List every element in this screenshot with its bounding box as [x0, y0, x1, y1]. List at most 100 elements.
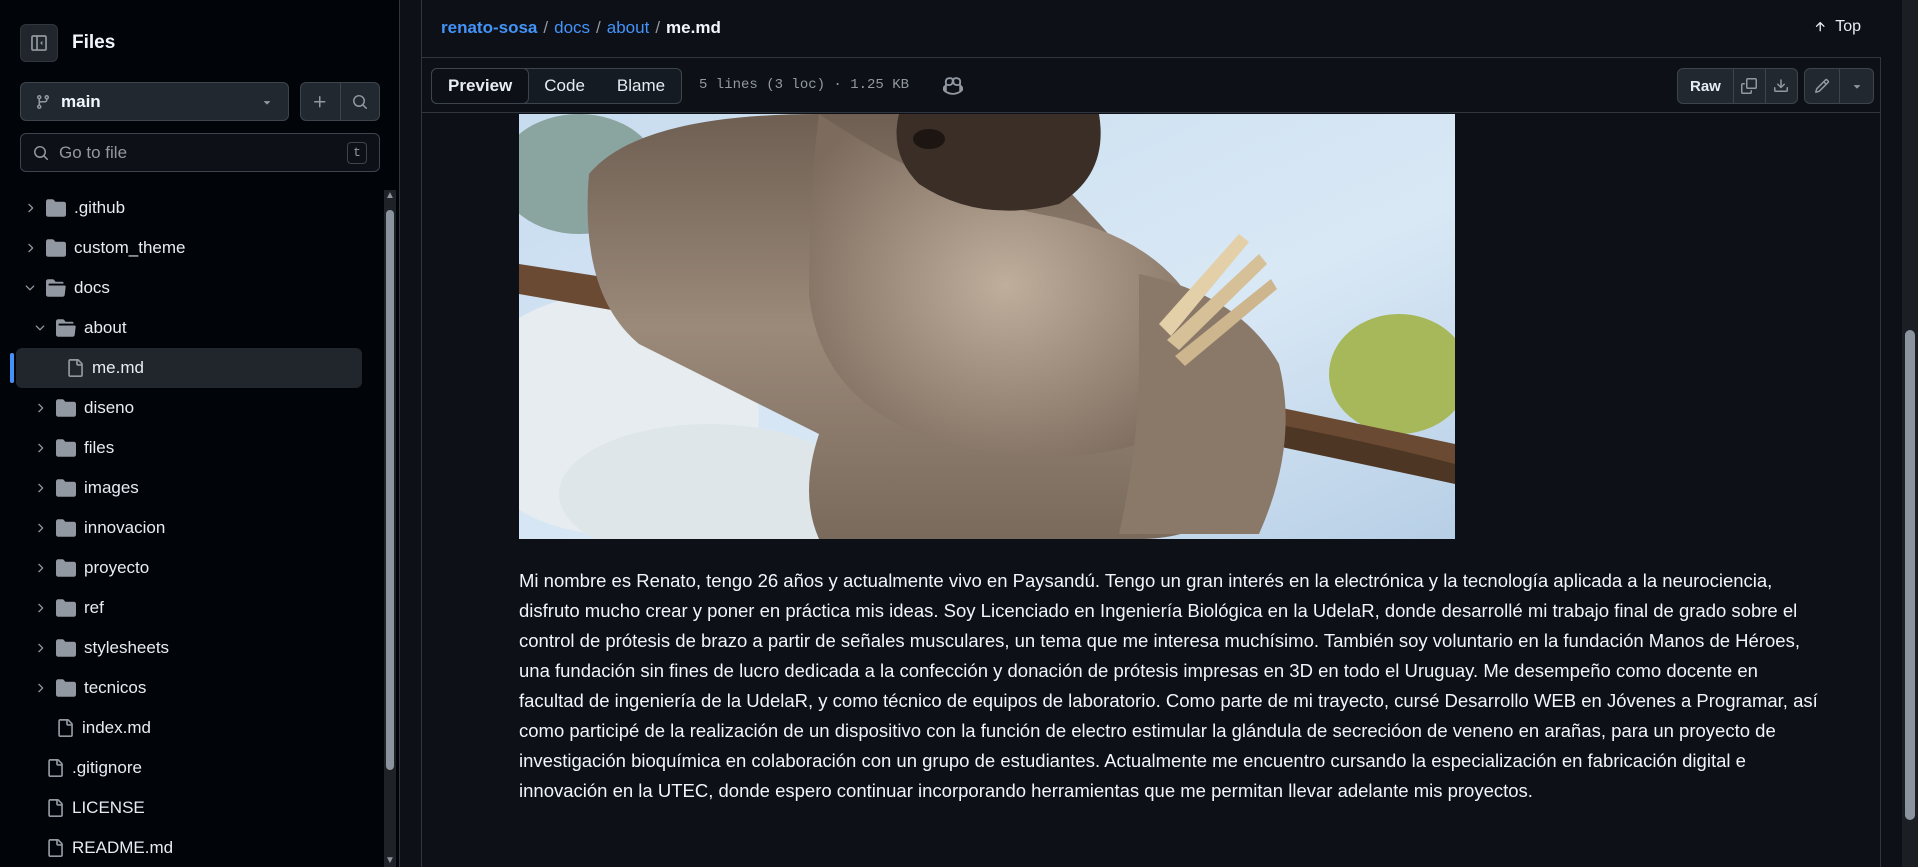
folder-icon: [56, 678, 76, 698]
breadcrumb-repo-link[interactable]: renato-sosa: [441, 18, 537, 38]
chevron-right-icon[interactable]: [30, 401, 50, 415]
copy-icon: [1741, 78, 1758, 94]
tree-item-files[interactable]: files: [0, 428, 382, 468]
download-button[interactable]: [1764, 69, 1797, 103]
chevron-down-icon[interactable]: [20, 281, 40, 295]
tree-item-label: proyecto: [84, 558, 150, 577]
breadcrumb: renato-sosa / docs / about / me.md: [441, 18, 721, 38]
tree-item-innovacion[interactable]: innovacion: [0, 508, 382, 548]
chevron-right-icon[interactable]: [30, 441, 50, 455]
scroll-up-arrow-icon[interactable]: ▲: [384, 190, 396, 202]
tree-item-me-md[interactable]: me.md: [10, 348, 362, 388]
tree-item-label: index.md: [82, 718, 151, 737]
go-to-file-field[interactable]: t: [20, 133, 380, 172]
folder-icon: [56, 558, 76, 578]
tree-item-label: custom_theme: [74, 238, 186, 257]
folder-open-icon: [46, 278, 66, 298]
tree-item-diseno[interactable]: diseno: [0, 388, 382, 428]
go-to-file-input[interactable]: [59, 142, 347, 163]
tree-item-about[interactable]: about: [0, 308, 382, 348]
chevron-right-icon[interactable]: [30, 481, 50, 495]
tree-item-gitignore[interactable]: .gitignore: [0, 748, 382, 788]
folder-icon: [46, 198, 66, 218]
tree-item-readme-md[interactable]: README.md: [0, 828, 382, 867]
triangle-down-icon: [1853, 85, 1860, 89]
more-edit-options-button[interactable]: [1839, 69, 1873, 103]
branch-selector[interactable]: main: [20, 82, 289, 121]
arrow-up-icon: [1816, 21, 1825, 32]
sidebar-scroll-thumb[interactable]: [386, 210, 394, 770]
selected-indicator: [10, 353, 14, 383]
page-scroll-thumb[interactable]: [1905, 330, 1915, 820]
copy-raw-button[interactable]: [1732, 69, 1765, 103]
back-to-top-button[interactable]: Top: [1813, 18, 1861, 36]
edit-actions: [1804, 68, 1874, 104]
download-icon: [1774, 79, 1789, 92]
sidebar-scrollbar[interactable]: ▲ ▼: [384, 190, 396, 867]
tab-preview[interactable]: Preview: [431, 68, 530, 104]
tree-item-label: stylesheets: [84, 638, 170, 657]
tree-item-label: images: [84, 478, 139, 497]
collapse-sidebar-button[interactable]: [20, 24, 58, 62]
file-icon: [46, 759, 64, 777]
plus-icon: [314, 95, 326, 107]
top-label: Top: [1835, 18, 1861, 35]
add-file-button[interactable]: [301, 83, 340, 120]
chevron-right-icon[interactable]: [30, 641, 50, 655]
chevron-right-icon[interactable]: [20, 201, 40, 215]
breadcrumb-docs-link[interactable]: docs: [554, 18, 590, 38]
tree-item-label: me.md: [92, 358, 144, 377]
chevron-right-icon[interactable]: [30, 681, 50, 695]
tree-item-label: ref: [84, 598, 104, 617]
tree-item-images[interactable]: images: [0, 468, 382, 508]
tree-item-label: .gitignore: [72, 758, 142, 777]
tree-actions: [300, 82, 380, 121]
folder-icon: [46, 238, 66, 258]
tab-code[interactable]: Code: [528, 69, 601, 103]
scroll-down-arrow-icon[interactable]: ▼: [384, 855, 396, 867]
tree-item-license[interactable]: LICENSE: [0, 788, 382, 828]
tree-item-tecnicos[interactable]: tecnicos: [0, 668, 382, 708]
breadcrumb-about-link[interactable]: about: [607, 18, 650, 38]
chevron-right-icon[interactable]: [30, 561, 50, 575]
folder-open-icon: [56, 318, 76, 338]
tree-item-label: LICENSE: [72, 798, 145, 817]
edit-file-button[interactable]: [1805, 69, 1839, 103]
tab-blame[interactable]: Blame: [601, 69, 681, 103]
tree-item-github[interactable]: .github: [0, 188, 382, 228]
folder-icon: [56, 478, 76, 498]
tree-item-docs[interactable]: docs: [0, 268, 382, 308]
search-code-button[interactable]: [339, 83, 380, 120]
tree-item-label: files: [84, 438, 115, 457]
search-icon: [352, 94, 367, 109]
branch-name: main: [61, 91, 101, 111]
page-scrollbar[interactable]: [1902, 0, 1918, 867]
file-stats: 5 lines (3 loc) · 1.25 KB: [699, 77, 910, 93]
file-header-toolbar: Preview Code Blame 5 lines (3 loc) · 1.2…: [421, 58, 1881, 113]
folder-icon: [56, 638, 76, 658]
sidebar-header: Files: [20, 24, 115, 62]
shortcut-key: t: [347, 141, 367, 164]
tree-item-label: about: [84, 318, 127, 337]
sloth-photo: [519, 114, 1455, 539]
file-tree: .github custom_themedocs about me.md diseno f…: [0, 188, 382, 867]
chevron-right-icon[interactable]: [30, 601, 50, 615]
file-icon: [66, 359, 84, 377]
tree-item-proyecto[interactable]: proyecto: [0, 548, 382, 588]
folder-icon: [56, 438, 76, 458]
file-icon: [46, 799, 64, 817]
tree-item-stylesheets[interactable]: stylesheets: [0, 628, 382, 668]
file-tree-sidebar: Files main t .github custom_themedocs abou…: [0, 0, 400, 867]
raw-button[interactable]: Raw: [1678, 69, 1733, 103]
tree-item-custom-theme[interactable]: custom_theme: [0, 228, 382, 268]
folder-icon: [56, 598, 76, 618]
tree-item-index-md[interactable]: index.md: [0, 708, 382, 748]
copilot-button[interactable]: [939, 72, 967, 100]
file-icon: [56, 719, 74, 737]
chevron-down-icon[interactable]: [30, 321, 50, 335]
tree-item-ref[interactable]: ref: [0, 588, 382, 628]
chevron-right-icon[interactable]: [20, 241, 40, 255]
tree-item-label: tecnicos: [84, 678, 147, 697]
chevron-right-icon[interactable]: [30, 521, 50, 535]
folder-icon: [56, 518, 76, 538]
